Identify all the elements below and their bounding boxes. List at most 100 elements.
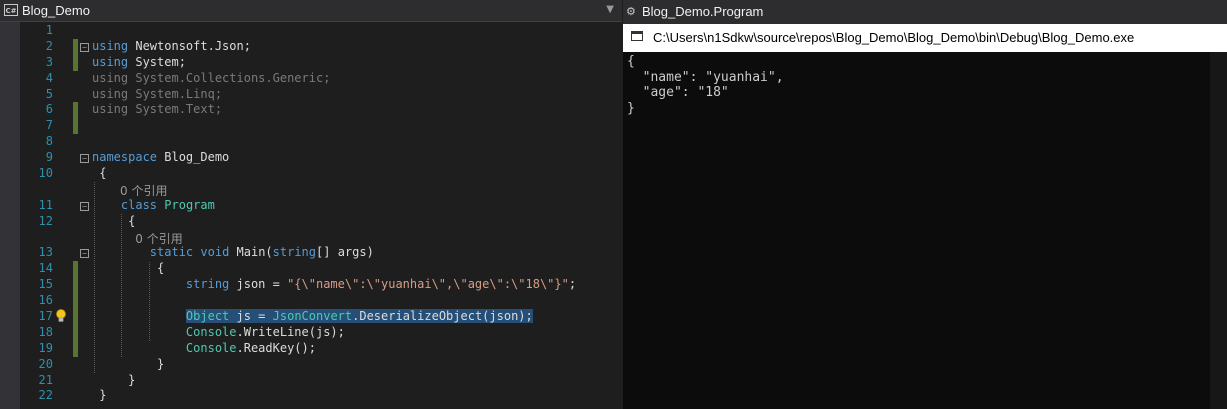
line-number: 17 [38, 309, 53, 324]
collapse-icon[interactable]: − [80, 154, 89, 164]
code-line[interactable]: 3 using System; [0, 54, 622, 71]
line-number: 12 [38, 213, 53, 228]
change-marker [73, 293, 78, 310]
indent-guide [121, 213, 122, 357]
change-marker [73, 118, 78, 135]
code-token: .DeserializeObject(json); [352, 309, 533, 324]
code-token: { [92, 261, 165, 276]
code-token: } [92, 388, 107, 403]
code-line[interactable]: 21 } [0, 373, 622, 389]
change-marker [73, 309, 78, 325]
reference-count-lens[interactable]: 0 个引用 [120, 182, 167, 199]
dropdown-arrow-icon[interactable]: ▼ [606, 4, 614, 15]
code-text[interactable]: using System.Collections.Generic; [92, 71, 330, 87]
line-number: 10 [38, 166, 53, 181]
code-token: namespace [92, 150, 158, 165]
console-scrollbar[interactable] [1210, 52, 1227, 409]
change-marker [73, 277, 78, 294]
reference-count-lens[interactable]: 0 个引用 [120, 230, 182, 247]
code-token: using System.Collections.Generic; [92, 70, 331, 85]
code-token: } [92, 356, 165, 371]
code-token: class [120, 197, 158, 212]
lightbulb-icon[interactable] [55, 309, 67, 323]
code-text[interactable]: } [92, 357, 164, 373]
line-number: 8 [45, 134, 53, 149]
code-text[interactable]: class Program [92, 198, 215, 214]
code-editor[interactable]: C# Blog_Demo ▼ 1 2− using Newtonsoft.Json;… [0, 0, 622, 409]
code-token: [] args) [316, 245, 374, 260]
code-token: } [92, 372, 136, 387]
code-text[interactable]: } [92, 388, 106, 404]
change-marker [73, 324, 78, 341]
code-line[interactable]: 4 using System.Collections.Generic; [0, 71, 622, 87]
code-token: using System.Linq; [92, 86, 223, 101]
code-token: JsonConvert [272, 309, 353, 324]
code-token: Program [164, 197, 215, 212]
change-marker [73, 38, 78, 55]
line-number: 2 [45, 38, 53, 53]
code-text[interactable]: Object js = JsonConvert.DeserializeObjec… [92, 309, 533, 325]
code-token: Main( [229, 245, 273, 260]
console-tab-bar: ⚙ Blog_Demo.Program [623, 0, 1227, 24]
line-number: 1 [45, 23, 53, 37]
code-text[interactable]: using System.Linq; [92, 87, 222, 103]
collapse-icon[interactable]: − [80, 42, 89, 52]
code-token: js = [229, 309, 273, 324]
code-line[interactable]: 1 [0, 23, 622, 39]
code-text[interactable]: } [92, 373, 135, 389]
code-text[interactable]: using System; [92, 55, 186, 71]
code-text[interactable]: { [92, 214, 135, 230]
code-text[interactable]: namespace Blog_Demo [92, 150, 229, 166]
code-token: static [149, 245, 194, 260]
line-number: 22 [38, 388, 53, 403]
console-path: C:\Users\n1Sdkw\source\repos\Blog_Demo\B… [653, 30, 1135, 45]
line-number: 4 [45, 70, 53, 85]
code-token: void [200, 245, 230, 260]
code-line[interactable]: 22 } [0, 388, 622, 404]
code-line[interactable]: 2 − using Newtonsoft.Json; [0, 38, 622, 55]
code-token: string [185, 277, 230, 292]
project-dropdown[interactable]: Blog_Demo [22, 3, 90, 18]
console-tab-title: Blog_Demo.Program [642, 4, 764, 19]
console-titlebar[interactable]: C:\Users\n1Sdkw\source\repos\Blog_Demo\B… [623, 24, 1227, 52]
indent-guide [149, 261, 150, 341]
line-number: 3 [45, 54, 53, 69]
line-number: 19 [38, 340, 53, 355]
code-line[interactable]: 10 { [0, 166, 622, 182]
collapse-icon[interactable]: − [80, 249, 89, 259]
line-number: 15 [38, 277, 53, 292]
code-token: System; [128, 54, 186, 69]
code-text[interactable]: Console.ReadKey(); [92, 341, 316, 357]
code-text[interactable]: { [92, 166, 106, 182]
code-text[interactable]: using System.Text; [92, 102, 222, 118]
code-token: Console [185, 340, 237, 355]
line-number: 14 [38, 261, 53, 276]
change-marker [73, 54, 78, 71]
code-line[interactable]: 9 − namespace Blog_Demo [0, 150, 622, 166]
code-text[interactable]: using Newtonsoft.Json; [92, 39, 251, 55]
navigation-bar[interactable]: C# Blog_Demo ▼ [0, 0, 622, 22]
code-line[interactable]: 5 using System.Linq; [0, 87, 622, 103]
console-window[interactable]: ⚙ Blog_Demo.Program C:\Users\n1Sdkw\sour… [623, 0, 1227, 409]
code-token: { [92, 213, 136, 228]
line-number: 11 [38, 197, 53, 212]
collapse-icon[interactable]: − [80, 201, 89, 211]
code-text[interactable]: Console.WriteLine(js); [92, 325, 345, 341]
line-number: 20 [38, 356, 53, 371]
code-token: { [92, 166, 107, 181]
line-number: 21 [38, 372, 53, 387]
code-text[interactable]: static void Main(string[] args) [92, 245, 374, 261]
code-text[interactable]: { [92, 261, 164, 277]
code-line[interactable]: 7 [0, 118, 622, 135]
code-line[interactable]: 6 using System.Text; [0, 102, 622, 119]
code-line[interactable]: 8 [0, 134, 622, 150]
code-token: Newtonsoft.Json; [128, 38, 251, 53]
code-token: .WriteLine(js); [236, 324, 345, 339]
code-text[interactable]: string json = "{\"name\":\"yuanhai\",\"a… [92, 277, 576, 293]
line-number: 16 [38, 293, 53, 308]
